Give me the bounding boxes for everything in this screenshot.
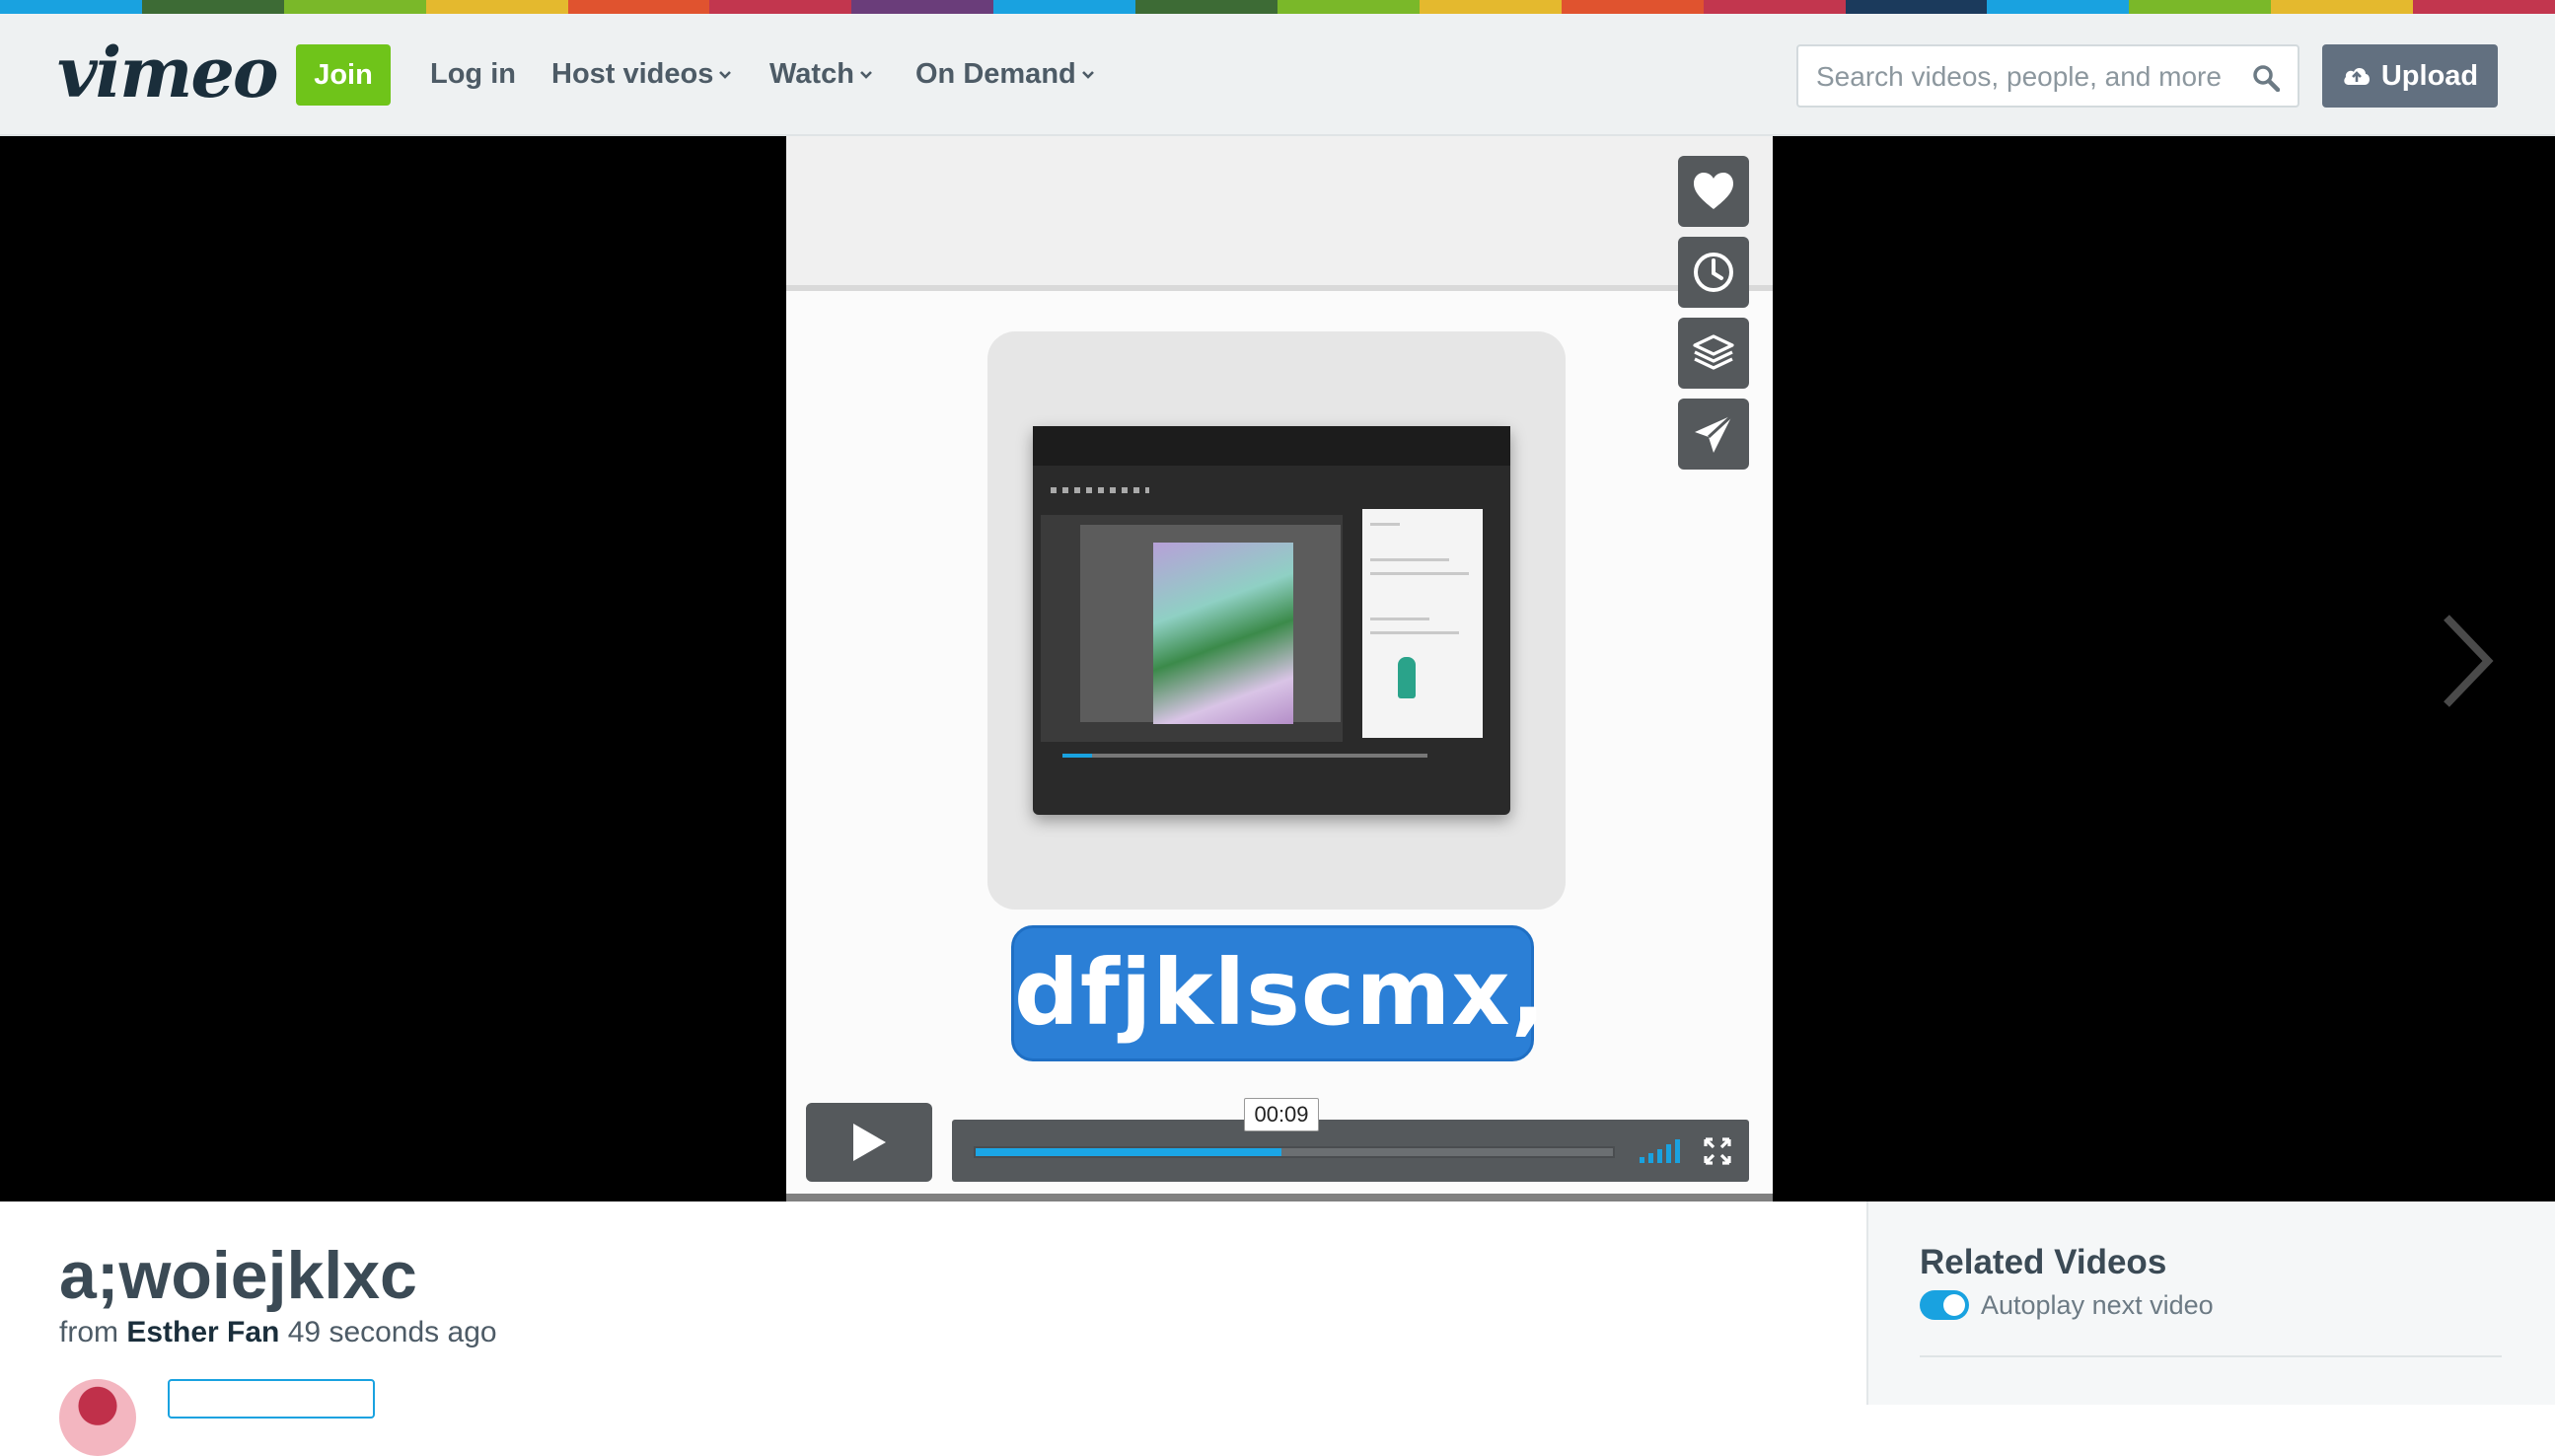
search-icon[interactable] bbox=[2252, 64, 2280, 92]
video-title: a;woiejklxc bbox=[59, 1238, 417, 1313]
upload-time: 49 seconds ago bbox=[287, 1316, 497, 1348]
top-navigation-bar: vimeo Join Log in Host videos Watch On D… bbox=[0, 14, 2555, 136]
autoplay-label: Autoplay next video bbox=[1981, 1290, 2214, 1320]
volume-icon[interactable] bbox=[1638, 1137, 1685, 1165]
search-input[interactable] bbox=[1816, 58, 2230, 96]
video-caption-text: dfjklscmx, bbox=[1011, 925, 1546, 1061]
video-content-screenshot bbox=[1033, 426, 1510, 815]
video-info-section: a;woiejklxc from Esther Fan 49 seconds a… bbox=[0, 1201, 1866, 1456]
share-button[interactable] bbox=[1678, 399, 1749, 470]
progress-fill bbox=[976, 1148, 1282, 1156]
time-tooltip: 00:09 bbox=[1244, 1098, 1319, 1131]
clock-icon bbox=[1694, 253, 1733, 292]
play-icon bbox=[853, 1124, 886, 1161]
heart-icon bbox=[1694, 173, 1733, 209]
video-bottom-border bbox=[786, 1194, 1773, 1201]
cloud-upload-icon bbox=[2344, 68, 2370, 85]
video-frame[interactable]: dfjklscmx, 00:09 bbox=[786, 136, 1773, 1201]
vimeo-logo[interactable]: vimeo bbox=[57, 32, 279, 113]
nav-host-videos[interactable]: Host videos bbox=[551, 58, 732, 91]
search-field[interactable] bbox=[1796, 44, 2300, 108]
nav-host-videos-label: Host videos bbox=[551, 58, 714, 90]
chevron-down-icon bbox=[719, 70, 732, 79]
video-player[interactable]: dfjklscmx, 00:09 bbox=[0, 136, 2555, 1201]
login-link[interactable]: Log in bbox=[430, 58, 516, 91]
like-button[interactable] bbox=[1678, 156, 1749, 227]
video-byline: from Esther Fan 49 seconds ago bbox=[59, 1316, 497, 1349]
fullscreen-icon[interactable] bbox=[1704, 1137, 1731, 1165]
layers-icon bbox=[1693, 334, 1734, 370]
sidebar-divider bbox=[1920, 1355, 2502, 1357]
chevron-down-icon bbox=[860, 70, 872, 79]
from-label: from bbox=[59, 1316, 118, 1348]
chevron-down-icon bbox=[1081, 70, 1094, 79]
related-videos-sidebar: Related Videos Autoplay next video bbox=[1866, 1201, 2555, 1405]
avatar[interactable] bbox=[59, 1379, 136, 1456]
join-button[interactable]: Join bbox=[296, 44, 391, 106]
watch-later-button[interactable] bbox=[1678, 237, 1749, 308]
nav-on-demand-label: On Demand bbox=[915, 58, 1076, 90]
related-videos-title: Related Videos bbox=[1920, 1243, 2167, 1281]
author-link[interactable]: Esther Fan bbox=[126, 1316, 279, 1348]
player-controls-bar bbox=[952, 1120, 1749, 1182]
nav-on-demand[interactable]: On Demand bbox=[915, 58, 1094, 91]
upload-label: Upload bbox=[2380, 59, 2479, 92]
follow-button[interactable] bbox=[168, 1379, 375, 1419]
video-content-thumbnail-card bbox=[987, 331, 1566, 910]
upload-button[interactable]: Upload bbox=[2322, 44, 2498, 108]
brand-color-stripe bbox=[0, 0, 2555, 14]
nav-watch[interactable]: Watch bbox=[769, 58, 872, 91]
autoplay-toggle[interactable] bbox=[1920, 1290, 1969, 1320]
paper-plane-icon bbox=[1695, 413, 1734, 453]
nav-watch-label: Watch bbox=[769, 58, 854, 90]
login-label: Log in bbox=[430, 58, 516, 90]
next-video-arrow-icon[interactable] bbox=[2437, 612, 2496, 710]
collections-button[interactable] bbox=[1678, 318, 1749, 389]
video-content-topbar bbox=[786, 136, 1773, 291]
play-button[interactable] bbox=[806, 1103, 932, 1182]
progress-bar[interactable] bbox=[974, 1146, 1615, 1158]
